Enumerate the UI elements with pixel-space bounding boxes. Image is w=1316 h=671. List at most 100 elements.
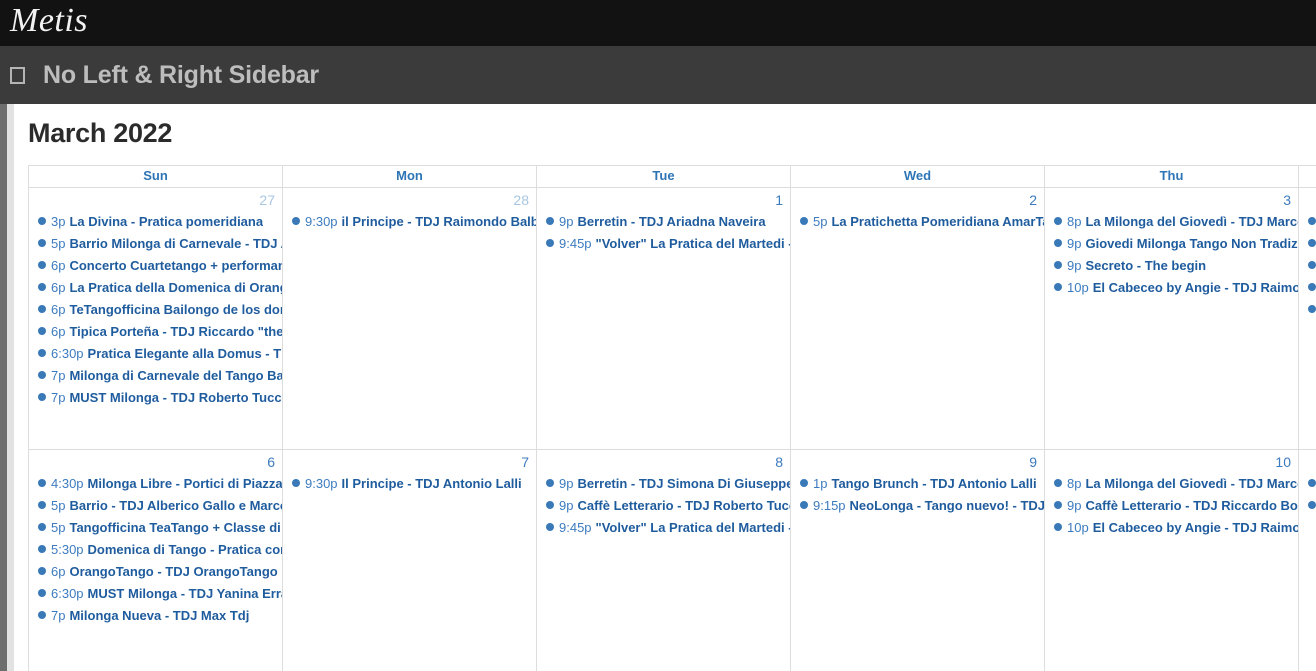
calendar-event-list: 4:30pMilonga Libre - Portici di Piazza V… (29, 471, 282, 627)
calendar-event[interactable]: 10pNotte di Tango (1299, 299, 1316, 321)
calendar-event[interactable]: 6p OrangoTango - TDJ OrangoTango (29, 561, 282, 583)
calendar-event[interactable]: 5pBarrio - TDJ Alberico Gallo e Marco Sa (29, 495, 282, 517)
calendar-event[interactable]: 6:30pPratica Elegante alla Domus - TDJ n (29, 343, 282, 365)
calendar-day-number[interactable]: 8 (537, 450, 790, 471)
calendar-day-header-fri-5: Fri (1298, 165, 1316, 188)
calendar-event[interactable]: 8pLa Milonga del Giovedì - TDJ Marco Ev (1045, 473, 1298, 495)
calendar-event[interactable]: 6:30pMUST Milonga - TDJ Yanina Erramo (29, 583, 282, 605)
event-dot-icon (1054, 217, 1062, 225)
calendar-event-list: 8pLa Milonga del Venerdì9pTango Club (1299, 471, 1316, 517)
calendar-day-cell[interactable]: 118pLa Milonga del Venerdì9pTango Club (1298, 449, 1316, 671)
event-time: 6:30p (51, 586, 84, 601)
event-time: 9:30p (305, 214, 338, 229)
event-time: 5p (813, 214, 828, 229)
calendar-event[interactable]: 5pLa Pratichetta Pomeridiana AmarTangС (791, 211, 1044, 233)
calendar-day-number[interactable]: 4 (1299, 188, 1316, 209)
calendar-event[interactable]: 8pLa Milonga del Venerdì (1299, 211, 1316, 233)
calendar-event[interactable]: 9pLa Pista (1299, 255, 1316, 277)
calendar-event[interactable]: 5pTangofficina TeaTango + Classe di VALS (29, 517, 282, 539)
calendar-event[interactable]: 8pLa Milonga del Venerdì (1299, 473, 1316, 495)
calendar-event[interactable]: 4:30pMilonga Libre - Portici di Piazza V… (29, 473, 282, 495)
event-dot-icon (1308, 217, 1316, 225)
calendar-day-cell[interactable]: 7 9:30p Il Principe - TDJ Antonio Lalli (282, 449, 537, 671)
event-title: Berretin - TDJ Ariadna Naveira (577, 214, 766, 229)
calendar-grid: SunMonTueWedThuFriSatSun 273pLa Divina -… (28, 165, 1316, 671)
calendar-event[interactable]: 3p La Divina - Pratica pomeridiana (29, 211, 282, 233)
calendar-event[interactable]: 9:30p Il Principe - TDJ Antonio Lalli (283, 473, 536, 495)
calendar-day-cell[interactable]: 4 8pLa Milonga del Venerdì9pTango Club9pL… (1298, 187, 1316, 450)
calendar-event[interactable]: 7p Milonga di Carnevale del Tango Bar (29, 365, 282, 387)
calendar-event[interactable]: 9p Berretin - TDJ Ariadna Naveira (537, 211, 790, 233)
event-title: "Volver" La Pratica del Martedi - TD (595, 520, 790, 535)
calendar-event[interactable]: 10pEl Cabeceo by Angie - TDJ Raimondo (1045, 277, 1298, 299)
calendar-day-cell[interactable]: 38pLa Milonga del Giovedì - TDJ Marco Ev… (1044, 187, 1299, 450)
calendar-event[interactable]: 9pTango Club (1299, 233, 1316, 255)
event-dot-icon (292, 479, 300, 487)
calendar-day-cell[interactable]: 8 9p Berretin - TDJ Simona Di Giuseppe 9p Ca… (536, 449, 791, 671)
calendar-event[interactable]: 9pMilonga del Venerdì (1299, 277, 1316, 299)
calendar-day-number[interactable]: 6 (29, 450, 282, 471)
event-title: Milonga Libre - Portici di Piazza Vitt (87, 476, 282, 491)
event-time: 9p (1067, 258, 1082, 273)
event-dot-icon (38, 283, 46, 291)
brand-logo[interactable]: Metis (10, 4, 88, 42)
page-title: No Left & Right Sidebar (43, 60, 319, 89)
event-title: Tango Brunch - TDJ Antonio Lalli (831, 476, 1037, 491)
event-dot-icon (1054, 479, 1062, 487)
calendar-event[interactable]: 9pTango Club (1299, 495, 1316, 517)
calendar-day-number[interactable]: 2 (791, 188, 1044, 209)
event-dot-icon (1308, 479, 1316, 487)
calendar-event[interactable]: 9p Caffè Letterario - TDJ Roberto Tucci (537, 495, 790, 517)
event-title: OrangoTango - TDJ OrangoTango (69, 564, 278, 579)
event-time: 10p (1067, 520, 1089, 535)
calendar-event[interactable]: 9p Berretin - TDJ Simona Di Giuseppe (537, 473, 790, 495)
calendar-event[interactable]: 7p MUST Milonga - TDJ Roberto Tucci (29, 387, 282, 409)
calendar-event[interactable]: 9:15pNeoLonga - Tango nuevo! - TDJ Elio (791, 495, 1044, 517)
page-frame: March 2022 SunMonTueWedThuFriSatSun 273p… (0, 104, 1316, 671)
calendar-day-number[interactable]: 9 (791, 450, 1044, 471)
calendar-day-cell[interactable]: 25pLa Pratichetta Pomeridiana AmarTangС (790, 187, 1045, 450)
event-title: Caffè Letterario - TDJ Riccardo Bossi (1085, 498, 1298, 513)
calendar-event[interactable]: 9:30pil Principe - TDJ Raimondo Balboni (283, 211, 536, 233)
calendar-event[interactable]: 7p Milonga Nueva - TDJ Max Tdj (29, 605, 282, 627)
event-title: Secreto - The begin (1085, 258, 1207, 273)
calendar-event[interactable]: 6pTeTangofficina Bailongo de los doming (29, 299, 282, 321)
event-dot-icon (38, 523, 46, 531)
calendar-event[interactable]: 10pEl Cabeceo by Angie - TDJ Raimondo (1045, 517, 1298, 539)
event-time: 5p (51, 498, 66, 513)
calendar-day-cell[interactable]: 108pLa Milonga del Giovedì - TDJ Marco E… (1044, 449, 1299, 671)
event-title: La Divina - Pratica pomeridiana (69, 214, 264, 229)
event-dot-icon (1054, 283, 1062, 291)
calendar-event[interactable]: 9pGiovedi Milonga Tango Non Tradiziona (1045, 233, 1298, 255)
calendar-event[interactable]: 9:45p"Volver" La Pratica del Martedi - T… (537, 517, 790, 539)
calendar-event[interactable]: 9:45p"Volver" La Pratica del Martedi - T… (537, 233, 790, 255)
calendar-event[interactable]: 5pBarrio Milonga di Carnevale - TDJ A.La (29, 233, 282, 255)
calendar-day-cell[interactable]: 1 9p Berretin - TDJ Ariadna Naveira 9:45p "V… (536, 187, 791, 450)
event-title: La Milonga del Giovedì - TDJ Marco Ev (1085, 476, 1298, 491)
calendar-event[interactable]: 6p Concerto Cuartetango + performance (29, 255, 282, 277)
calendar-day-cell[interactable]: 27 3p La Divina - Pratica pomeridiana 5p Bar… (28, 187, 283, 450)
calendar-event[interactable]: 5:30pDomenica di Tango - Pratica con Vic (29, 539, 282, 561)
calendar-event[interactable]: 6pLa Pratica della Domenica di OrangoTa (29, 277, 282, 299)
event-time: 9:45p (559, 236, 592, 251)
calendar-day-cell[interactable]: 6 4:30p Milonga Libre - Portici di Piazza … (28, 449, 283, 671)
calendar-day-number[interactable]: 11 (1299, 450, 1316, 471)
calendar-day-cell[interactable]: 289:30pil Principe - TDJ Raimondo Balbon… (282, 187, 537, 450)
calendar-day-number[interactable]: 3 (1045, 188, 1298, 209)
calendar-day-number[interactable]: 27 (29, 188, 282, 209)
calendar-day-header-mon-1: Mon (282, 165, 537, 188)
calendar-event[interactable]: 8pLa Milonga del Giovedì - TDJ Marco Ev (1045, 211, 1298, 233)
calendar-day-number[interactable]: 10 (1045, 450, 1298, 471)
calendar-event[interactable]: 9p Caffè Letterario - TDJ Riccardo Bossi (1045, 495, 1298, 517)
calendar-event[interactable]: 1p Tango Brunch - TDJ Antonio Lalli (791, 473, 1044, 495)
calendar-day-number[interactable]: 1 (537, 188, 790, 209)
calendar-day-number[interactable]: 28 (283, 188, 536, 209)
calendar-event[interactable]: 6pTipica Porteña - TDJ Riccardo "the Bos (29, 321, 282, 343)
calendar-event[interactable]: 9p Secreto - The begin (1045, 255, 1298, 277)
event-dot-icon (38, 393, 46, 401)
calendar-day-cell[interactable]: 9 1p Tango Brunch - TDJ Antonio Lalli 9:15p… (790, 449, 1045, 671)
event-dot-icon (800, 217, 808, 225)
calendar-event-list: 1p Tango Brunch - TDJ Antonio Lalli 9:15p N… (791, 471, 1044, 517)
calendar-day-number[interactable]: 7 (283, 450, 536, 471)
calendar-day-header-sun-0: Sun (28, 165, 283, 188)
